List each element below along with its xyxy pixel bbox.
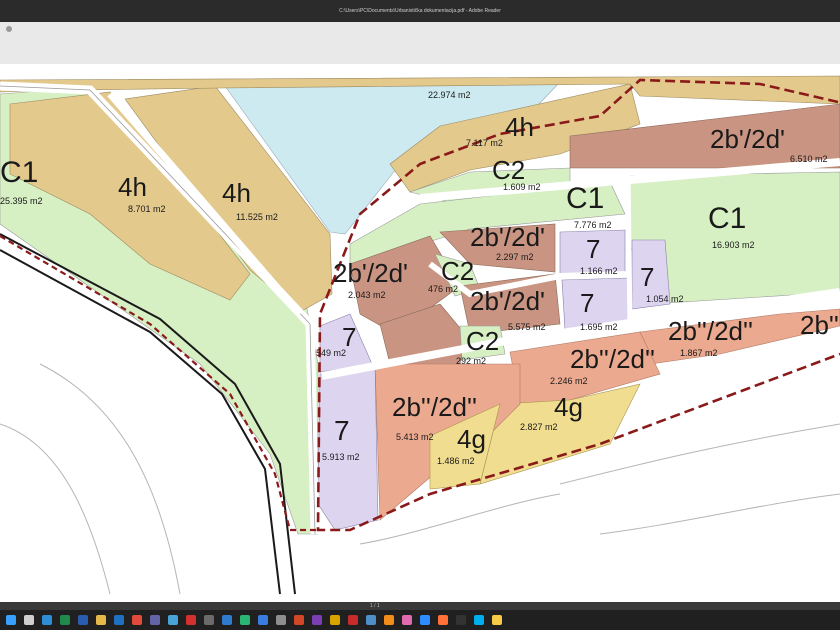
label-c2-top: C2 xyxy=(492,155,525,185)
window-title: C:\Users\PC\Documents\Urbanistička dokum… xyxy=(339,8,501,14)
area-2bd-c: 5.575 m2 xyxy=(508,322,546,332)
label-2bd-top: 2b'/2d' xyxy=(710,124,785,154)
label-2bd-a: 2b'/2d' xyxy=(470,222,545,252)
label-c1-right: C1 xyxy=(708,202,746,235)
autocad-icon[interactable] xyxy=(348,615,358,625)
start-icon[interactable] xyxy=(6,615,16,625)
folder-icon[interactable] xyxy=(96,615,106,625)
area-c2-low: 292 m2 xyxy=(456,356,486,366)
label-2bdd-edge: 2b'' xyxy=(800,310,839,340)
road-vertical-right xyxy=(625,173,633,327)
area-4g-b: 1.486 m2 xyxy=(437,456,475,466)
search-icon[interactable] xyxy=(24,615,34,625)
label-c1-mid: C1 xyxy=(566,182,604,215)
label-4h-b: 4h xyxy=(222,178,251,208)
area-7-d: 549 m2 xyxy=(316,348,346,358)
page-indicator: 1 / 1 xyxy=(370,603,380,609)
store-icon[interactable] xyxy=(258,615,268,625)
chrome-icon[interactable] xyxy=(132,615,142,625)
area-c2-top: 1.609 m2 xyxy=(503,182,541,192)
firefox-icon[interactable] xyxy=(438,615,448,625)
onenote-icon[interactable] xyxy=(312,615,322,625)
area-7-a: 1.166 m2 xyxy=(580,266,618,276)
label-4h-a: 4h xyxy=(118,172,147,202)
label-7-c: 7 xyxy=(580,288,594,318)
status-bar: 1 / 1 xyxy=(0,602,840,610)
label-7-a: 7 xyxy=(586,234,600,264)
viewer-toolbar xyxy=(0,22,840,65)
label-7-b: 7 xyxy=(640,262,654,292)
word-icon[interactable] xyxy=(78,615,88,625)
area-2bdd-b: 2.246 m2 xyxy=(550,376,588,386)
notes-icon[interactable] xyxy=(492,615,502,625)
notepad-icon[interactable] xyxy=(366,615,376,625)
label-2bdd-c: 2b''/2d'' xyxy=(392,392,477,422)
area-4h-a: 8.701 m2 xyxy=(128,204,166,214)
skype-icon[interactable] xyxy=(474,615,484,625)
area-2bd-a: 2.297 m2 xyxy=(496,252,534,262)
photos-icon[interactable] xyxy=(168,615,178,625)
label-2bdd-a: 2b''/2d'' xyxy=(668,316,753,346)
mail-icon[interactable] xyxy=(222,615,232,625)
area-4g-a: 2.827 m2 xyxy=(520,422,558,432)
terminal-icon[interactable] xyxy=(456,615,466,625)
area-7-b: 1.054 m2 xyxy=(646,294,684,304)
zoom-icon[interactable] xyxy=(420,615,430,625)
label-7-e: 7 xyxy=(334,415,350,446)
label-c2-low: C2 xyxy=(466,326,499,356)
label-2bdd-b: 2b''/2d'' xyxy=(570,344,655,374)
label-4h-top: 4h xyxy=(505,112,534,142)
area-2bdd-a: 1.867 m2 xyxy=(680,348,718,358)
area-4h-b: 11.525 m2 xyxy=(236,212,278,222)
area-4h-top: 7.117 m2 xyxy=(466,138,503,148)
area-c1-mid: 7.776 m2 xyxy=(574,220,612,230)
area-c1-left: 25.395 m2 xyxy=(0,196,43,206)
menu-icon[interactable] xyxy=(6,26,12,32)
paint-icon[interactable] xyxy=(402,615,412,625)
edge-icon[interactable] xyxy=(42,615,52,625)
area-c2-mid: 476 m2 xyxy=(428,284,458,294)
teams-icon[interactable] xyxy=(150,615,160,625)
area-2bdd-c: 5.413 m2 xyxy=(396,432,434,442)
label-c2-mid: C2 xyxy=(441,256,474,286)
settings-icon[interactable] xyxy=(276,615,286,625)
label-2bd-c: 2b'/2d' xyxy=(470,286,545,316)
powerpoint-icon[interactable] xyxy=(294,615,304,625)
area-2bd-b: 2.043 m2 xyxy=(348,290,386,300)
area-2bd-top: 6.510 m2 xyxy=(790,154,828,164)
taskbar xyxy=(0,610,840,630)
outlook-icon[interactable] xyxy=(114,615,124,625)
area-sport: 22.974 m2 xyxy=(428,90,471,100)
maps-icon[interactable] xyxy=(240,615,250,625)
viewer-icon[interactable] xyxy=(330,615,340,625)
label-4g-a: 4g xyxy=(554,392,583,422)
acrobat-icon[interactable] xyxy=(186,615,196,625)
area-c1-right: 16.903 m2 xyxy=(712,240,755,250)
map-canvas: C1 25.395 m2 4h 8.701 m2 4h 11.525 m2 22… xyxy=(0,75,840,595)
label-2bd-b: 2b'/2d' xyxy=(333,258,408,288)
window-titlebar: C:\Users\PC\Documents\Urbanistička dokum… xyxy=(0,0,840,22)
zone-7-e-fill xyxy=(317,363,379,531)
area-7-c: 1.695 m2 xyxy=(580,322,618,332)
excel-icon[interactable] xyxy=(60,615,70,625)
label-4g-b: 4g xyxy=(457,424,486,454)
label-c1-left: C1 xyxy=(0,156,38,189)
area-7-e: 5.913 m2 xyxy=(322,452,360,462)
vlc-icon[interactable] xyxy=(384,615,394,625)
calc-icon[interactable] xyxy=(204,615,214,625)
zoning-map[interactable]: C1 25.395 m2 4h 8.701 m2 4h 11.525 m2 22… xyxy=(0,64,840,602)
